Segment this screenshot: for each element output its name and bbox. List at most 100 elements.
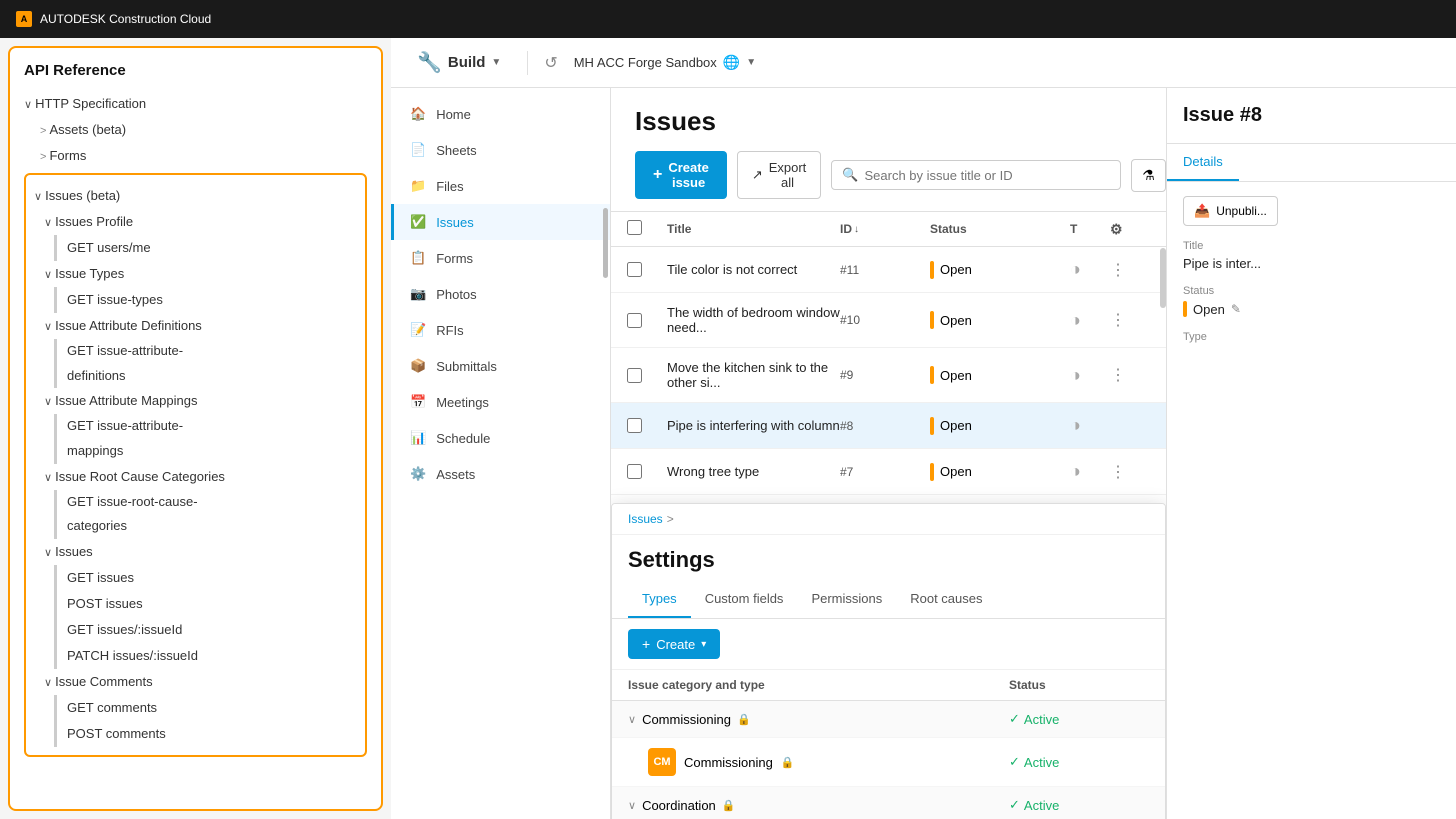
api-item-issue-attr-mappings[interactable]: ∨ Issue Attribute Mappings — [34, 388, 357, 414]
create-issue-button[interactable]: + Create issue — [635, 151, 727, 199]
header-settings-icon[interactable]: ⚙ — [1110, 221, 1150, 238]
export-all-button[interactable]: ↗ Export all — [737, 151, 821, 199]
settings-tab-types[interactable]: Types — [628, 581, 691, 618]
more-menu-button[interactable]: ⋮ — [1110, 310, 1150, 330]
api-item-issue-attr-defs[interactable]: ∨ Issue Attribute Definitions — [34, 313, 357, 339]
api-item-post-comments[interactable]: POST comments — [54, 721, 357, 747]
settings-tab-permissions[interactable]: Permissions — [797, 581, 896, 618]
api-item-get-comments[interactable]: GET comments — [54, 695, 357, 721]
create-dropdown-button[interactable]: + Create ▾ — [628, 629, 720, 659]
settings-breadcrumb: Issues > — [612, 504, 1165, 535]
issues-toolbar: + Create issue ↗ Export all 🔍 — [635, 151, 1142, 199]
api-item-get-issue-types[interactable]: GET issue-types — [54, 287, 357, 313]
category-commissioning-header[interactable]: ∨ Commissioning 🔒 ✓ Active — [612, 701, 1165, 738]
sidebar-item-photos[interactable]: 📷 Photos — [391, 276, 610, 312]
filter-button[interactable]: ⚗ — [1131, 159, 1166, 192]
sidebar-item-forms[interactable]: 📋 Forms — [391, 240, 610, 276]
more-menu-button[interactable]: ⋮ — [1110, 462, 1150, 482]
status-active: ✓ Active — [1009, 754, 1149, 770]
panel-tab-details[interactable]: Details — [1167, 144, 1239, 181]
lock-icon: 🔒 — [737, 713, 751, 726]
api-item-issue-root-causes[interactable]: ∨ Issue Root Cause Categories — [34, 464, 357, 490]
edit-status-icon[interactable]: ✎ — [1231, 302, 1241, 316]
sidebar-item-files[interactable]: 📁 Files — [391, 168, 610, 204]
assets-icon: ⚙️ — [410, 466, 426, 482]
table-row[interactable]: The width of bedroom window need... #10 … — [611, 293, 1166, 348]
api-item-issue-comments[interactable]: ∨ Issue Comments — [34, 669, 357, 695]
more-menu-button[interactable]: ⋮ — [1110, 365, 1150, 385]
api-item-get-issues[interactable]: GET issues — [54, 565, 357, 591]
check-icon: ✓ — [1009, 754, 1020, 770]
row-checkbox[interactable] — [627, 313, 642, 328]
api-item-get-users[interactable]: GET users/me — [54, 235, 357, 261]
table-row[interactable]: Move the kitchen sink to the other si...… — [611, 348, 1166, 403]
table-scroll-bar[interactable] — [1160, 248, 1166, 308]
sidebar-item-meetings[interactable]: 📅 Meetings — [391, 384, 610, 420]
api-item-forms[interactable]: > Forms — [24, 143, 367, 169]
logo-icon: A — [16, 11, 32, 27]
refresh-icon[interactable]: ↺ — [544, 53, 557, 73]
table-row[interactable]: Pipe is interfering with column #8 Open … — [611, 403, 1166, 449]
settings-tab-root-causes[interactable]: Root causes — [896, 581, 996, 618]
header-title: Title — [667, 222, 840, 236]
api-item-issue-types[interactable]: ∨ Issue Types — [34, 261, 357, 287]
status-label: Open — [940, 464, 972, 479]
settings-tab-custom-fields[interactable]: Custom fields — [691, 581, 798, 618]
project-selector[interactable]: MH ACC Forge Sandbox 🌐 ▼ — [574, 54, 756, 71]
sidebar-label-submittals: Submittals — [436, 359, 497, 374]
settings-tabs: Types Custom fields Permissions Root cau… — [612, 581, 1165, 619]
field-label: Status — [1183, 285, 1440, 297]
table-row[interactable]: Wrong tree type #7 Open ◑ ⋮ — [611, 449, 1166, 495]
sidebar-scrollbar[interactable] — [603, 208, 608, 278]
status-bar — [930, 366, 934, 384]
more-menu-button[interactable]: ⋮ — [1110, 260, 1150, 280]
plus-icon: + — [653, 166, 662, 184]
settings-toolbar: + Create ▾ — [612, 619, 1165, 670]
build-button[interactable]: 🔧 Build ▼ — [407, 44, 511, 81]
sidebar-item-schedule[interactable]: 📊 Schedule — [391, 420, 610, 456]
breadcrumb-issues[interactable]: Issues — [628, 512, 663, 526]
status-active: ✓ Active — [1009, 711, 1149, 727]
unpublish-button[interactable]: 📤 Unpubli... — [1183, 196, 1278, 226]
sidebar-item-home[interactable]: 🏠 Home — [391, 96, 610, 132]
status-label: Open — [940, 313, 972, 328]
api-item-get-issue-attr-mappings[interactable]: GET issue-attribute-mappings — [54, 414, 357, 463]
type-commissioning-cm[interactable]: CM Commissioning 🔒 ✓ Active — [612, 738, 1165, 787]
rfis-icon: 📝 — [410, 322, 426, 338]
sidebar-label-home: Home — [436, 107, 471, 122]
sidebar-item-assets[interactable]: ⚙️ Assets — [391, 456, 610, 492]
api-item-get-root-causes[interactable]: GET issue-root-cause-categories — [54, 490, 357, 539]
api-item-assets[interactable]: > Assets (beta) — [24, 117, 367, 143]
api-item-patch-issues-id[interactable]: PATCH issues/:issueId — [54, 643, 357, 669]
api-item-issues-beta[interactable]: ∨ Issues (beta) — [34, 183, 357, 209]
category-coordination-header[interactable]: ∨ Coordination 🔒 ✓ Active — [612, 787, 1165, 819]
api-item-issues-group[interactable]: ∨ Issues — [34, 539, 357, 565]
sidebar-item-issues[interactable]: ✅ Issues — [391, 204, 610, 240]
row-checkbox[interactable] — [627, 464, 642, 479]
export-label: Export all — [769, 160, 807, 190]
api-item-http[interactable]: ∨ HTTP Specification — [24, 91, 367, 117]
sidebar-item-sheets[interactable]: 📄 Sheets — [391, 132, 610, 168]
meetings-icon: 📅 — [410, 394, 426, 410]
sidebar-item-submittals[interactable]: 📦 Submittals — [391, 348, 610, 384]
publish-icon: 📤 — [1194, 203, 1210, 219]
row-checkbox[interactable] — [627, 262, 642, 277]
row-checkbox[interactable] — [627, 418, 642, 433]
build-chevron-icon: ▼ — [491, 57, 501, 68]
field-label: Title — [1183, 240, 1440, 252]
header-id[interactable]: ID ↓ — [840, 222, 930, 236]
api-item-get-issues-id[interactable]: GET issues/:issueId — [54, 617, 357, 643]
api-item-post-issues[interactable]: POST issues — [54, 591, 357, 617]
api-item-get-issue-attr-defs[interactable]: GET issue-attribute-definitions — [54, 339, 357, 388]
row-checkbox[interactable] — [627, 368, 642, 383]
status-bar — [930, 261, 934, 279]
table-row[interactable]: Tile color is not correct #11 Open ◑ ⋮ — [611, 247, 1166, 293]
search-input[interactable] — [864, 168, 1110, 183]
settings-title-row: Settings — [612, 535, 1165, 581]
sidebar-item-rfis[interactable]: 📝 RFIs — [391, 312, 610, 348]
sidebar-label-photos: Photos — [436, 287, 476, 302]
api-item-issues-profile[interactable]: ∨ Issues Profile — [34, 209, 357, 235]
header-checkbox[interactable] — [627, 220, 667, 238]
panel-tabs: Details — [1167, 144, 1456, 182]
lock-icon: 🔒 — [781, 756, 795, 769]
